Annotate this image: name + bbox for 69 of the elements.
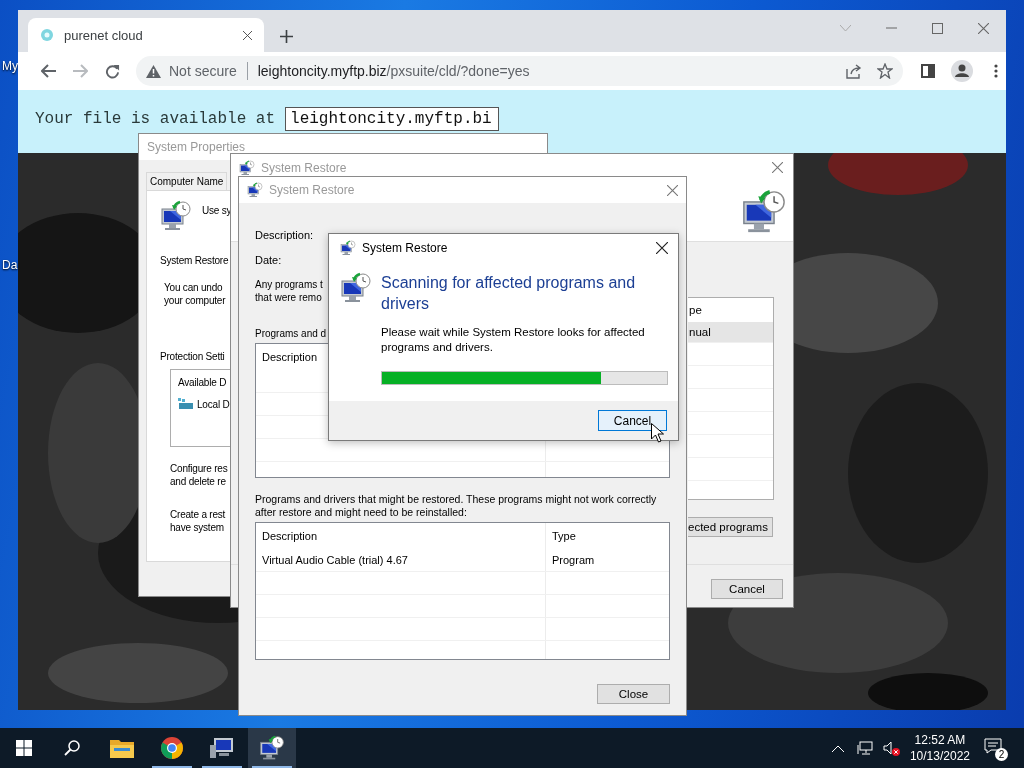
- menu-icon[interactable]: [994, 64, 998, 78]
- computer-clock-icon: [160, 200, 192, 232]
- window-title: System Restore: [261, 160, 347, 175]
- column-header: Type: [552, 530, 576, 542]
- reload-icon[interactable]: [104, 63, 120, 79]
- description-text: Programs and drivers that might be restored. These programs might not work correctly after restore and might need to be reinstalled:: [255, 493, 658, 519]
- network-icon[interactable]: [856, 741, 873, 755]
- address-bar[interactable]: Not secure leightoncity.myftp.biz/pxsuite/cld/?done=yes: [136, 56, 903, 86]
- computer-clock-icon: [247, 182, 263, 198]
- window-title: System Restore: [269, 183, 355, 197]
- globe-icon: [40, 28, 54, 42]
- column-header: pe: [688, 303, 703, 318]
- dialog-heading: Scanning for affected programs and drivers: [381, 273, 637, 314]
- column-header: Description: [262, 530, 318, 542]
- notification-count: 2: [995, 748, 1008, 761]
- scan-button[interactable]: ected programs: [688, 517, 773, 537]
- desktop-icon-label[interactable]: My: [2, 59, 18, 73]
- folder-icon: [110, 738, 134, 758]
- browser-tab[interactable]: purenet cloud: [28, 18, 264, 52]
- field-label: Description:: [255, 229, 314, 242]
- computer-icon: [210, 737, 234, 759]
- new-tab-icon[interactable]: [280, 30, 293, 43]
- speaker-muted-icon[interactable]: [882, 740, 900, 756]
- search-icon: [64, 740, 80, 756]
- computer-clock-icon: [259, 735, 285, 761]
- browser-logo-icon: [160, 736, 184, 760]
- url-text: leightoncity.myftp.biz/pxsuite/cld/?done=yes: [257, 63, 530, 79]
- url-field[interactable]: leightoncity.myftp.bi: [285, 107, 500, 131]
- close-button[interactable]: Close: [597, 684, 670, 704]
- field-label: Date:: [255, 254, 282, 267]
- taskbar-app[interactable]: [248, 728, 296, 768]
- description-text: Create a rest have system: [170, 508, 226, 534]
- computer-clock-icon: [340, 272, 372, 304]
- window-title: System Properties: [147, 140, 246, 154]
- note-text: Any programs t that were remo: [255, 278, 323, 304]
- caret-up-icon[interactable]: [831, 744, 844, 752]
- maximize-icon[interactable]: [932, 22, 943, 34]
- table-cell: Virtual Audio Cable (trial) 4.67: [262, 554, 408, 566]
- section-label: Protection Setti: [160, 350, 225, 363]
- back-icon[interactable]: [40, 64, 56, 78]
- dialog-tab[interactable]: Computer Name: [146, 172, 228, 190]
- section-label: Programs and d: [255, 327, 327, 340]
- table-cell: Program: [552, 554, 595, 566]
- computer-clock-icon: [340, 240, 356, 256]
- description-text: Configure res and delete re: [170, 462, 228, 488]
- share-icon[interactable]: [846, 63, 863, 79]
- computer-clock-icon: [741, 189, 787, 235]
- desktop-icon-label[interactable]: Da: [2, 258, 18, 272]
- drive-item[interactable]: Local D: [197, 398, 230, 410]
- description-text: You can undo your computer: [164, 281, 226, 307]
- windows-logo-icon: [16, 740, 32, 756]
- profile-icon[interactable]: [951, 60, 973, 82]
- list-row[interactable]: nual: [688, 322, 773, 343]
- side-panel-icon[interactable]: [921, 64, 935, 78]
- message-text: Your file is available at: [35, 110, 276, 128]
- dialog-message: Please wait while System Restore looks for affected programs and drivers.: [381, 325, 646, 355]
- star-icon[interactable]: [877, 63, 893, 79]
- drive-icon: [178, 398, 193, 410]
- section-label: System Restore: [160, 254, 229, 267]
- close-tab-icon[interactable]: [243, 30, 252, 40]
- warning-icon: [146, 64, 161, 78]
- cancel-button[interactable]: Cancel: [598, 410, 667, 431]
- dialog-title: System Restore: [362, 241, 448, 255]
- column-header: Available D: [178, 376, 227, 389]
- column-header: Description: [262, 351, 318, 363]
- cancel-button[interactable]: Cancel: [711, 579, 783, 599]
- close-icon[interactable]: [656, 242, 668, 254]
- clock[interactable]: 12:52 AM 10/13/2022: [909, 732, 970, 764]
- security-label: Not secure: [169, 63, 237, 79]
